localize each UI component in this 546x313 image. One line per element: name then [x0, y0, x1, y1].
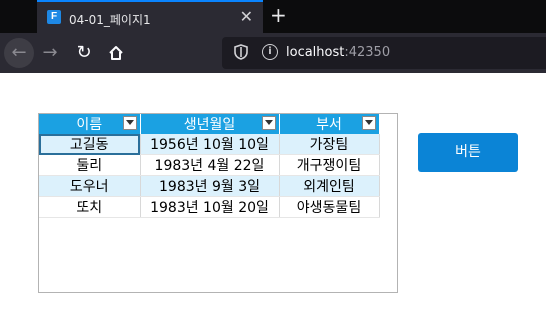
close-tab-icon[interactable]: ✕	[240, 8, 253, 26]
data-grid[interactable]: 이름 생년월일 부서 고길동 1956년 10월 10일 가장팀 둘리 1983…	[38, 113, 398, 293]
table-row[interactable]: 도우너 1983년 9월 3일 외계인팀	[39, 175, 380, 197]
table-row[interactable]: 또치 1983년 10월 20일 야생동물팀	[39, 196, 380, 218]
grid-cell[interactable]: 가장팀	[279, 134, 380, 155]
column-header-label: 생년월일	[183, 117, 236, 133]
home-icon[interactable]	[104, 41, 128, 65]
favicon-letter: F	[50, 11, 58, 22]
grid-cell[interactable]: 개구쟁이팀	[279, 154, 380, 176]
grid-cell[interactable]: 야생동물팀	[279, 196, 380, 218]
forward-icon[interactable]: →	[38, 41, 62, 65]
grid-cell[interactable]: 1983년 10월 20일	[140, 196, 280, 218]
filter-dropdown-icon[interactable]	[122, 116, 137, 130]
url-bar[interactable]: i localhost:42350	[222, 37, 546, 69]
url-text[interactable]: localhost:42350	[286, 45, 390, 60]
tab-strip: F 04-01_페이지1 ✕ +	[0, 0, 546, 33]
grid-cell[interactable]: 1956년 10월 10일	[140, 134, 280, 155]
grid-cell[interactable]: 또치	[39, 196, 141, 218]
column-header-label: 부서	[316, 117, 342, 133]
grid-cell[interactable]: 둘리	[39, 154, 141, 176]
action-button[interactable]: 버튼	[418, 133, 518, 172]
grid-cell[interactable]: 고길동	[39, 134, 141, 155]
grid-table: 이름 생년월일 부서 고길동 1956년 10월 10일 가장팀 둘리 1983…	[39, 114, 380, 218]
grid-cell[interactable]: 외계인팀	[279, 175, 380, 197]
filter-dropdown-icon[interactable]	[361, 116, 376, 130]
column-header-name[interactable]: 이름	[39, 114, 141, 134]
shield-icon[interactable]	[234, 44, 248, 64]
table-row[interactable]: 둘리 1983년 4월 22일 개구쟁이팀	[39, 154, 380, 176]
grid-cell[interactable]: 1983년 4월 22일	[140, 154, 280, 176]
url-host: localhost	[286, 45, 345, 60]
new-tab-icon[interactable]: +	[270, 4, 287, 26]
browser-tab[interactable]: F 04-01_페이지1 ✕	[37, 0, 263, 33]
info-icon[interactable]: i	[262, 44, 278, 60]
table-row[interactable]: 고길동 1956년 10월 10일 가장팀	[39, 134, 380, 155]
nav-toolbar: ← → ↻ i localhost:42350	[0, 33, 546, 73]
column-header-birthdate[interactable]: 생년월일	[140, 114, 280, 134]
favicon-icon: F	[47, 10, 61, 24]
column-header-label: 이름	[76, 117, 103, 133]
grid-cell[interactable]: 1983년 9월 3일	[140, 175, 280, 197]
back-icon[interactable]: ←	[4, 38, 34, 68]
url-port: :42350	[344, 45, 391, 60]
column-header-department[interactable]: 부서	[279, 114, 380, 134]
header-row: 이름 생년월일 부서	[39, 114, 380, 134]
filter-dropdown-icon[interactable]	[261, 116, 276, 130]
reload-icon[interactable]: ↻	[72, 41, 96, 65]
grid-cell[interactable]: 도우너	[39, 175, 141, 197]
tab-title: 04-01_페이지1	[69, 13, 151, 27]
